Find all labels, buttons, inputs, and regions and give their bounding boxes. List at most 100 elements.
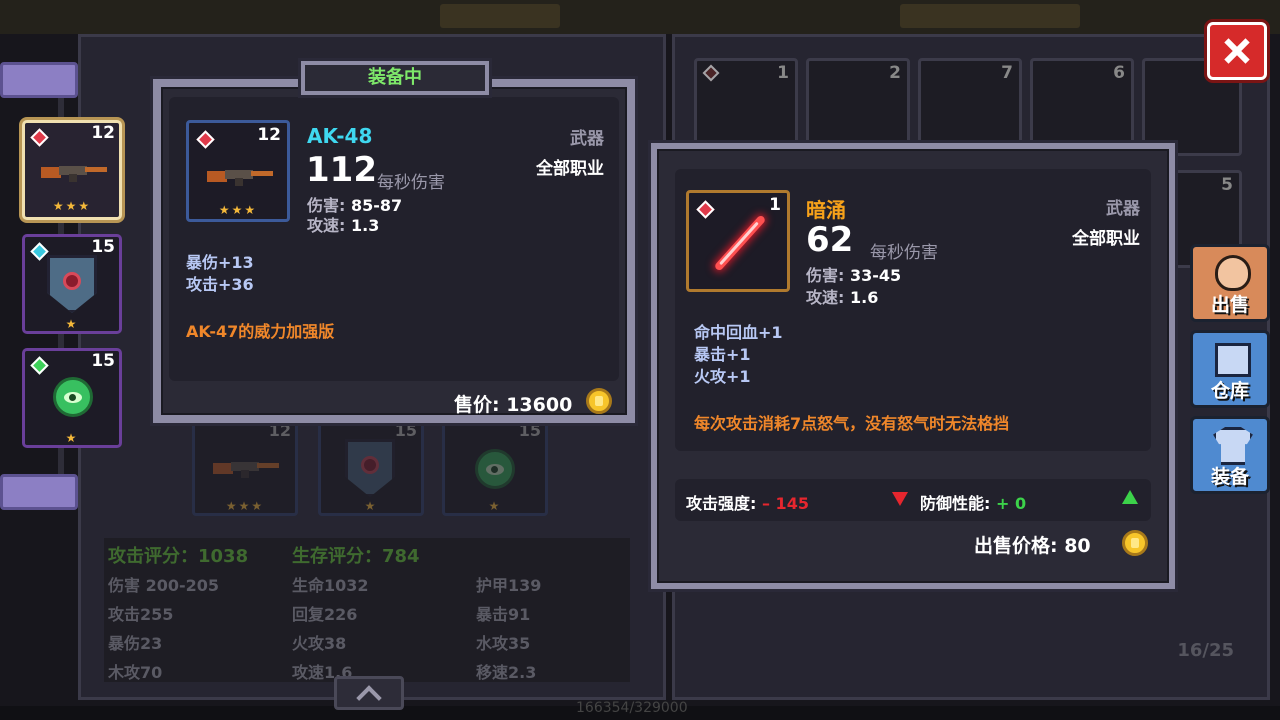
compare-item-sell-price: 出售价格: 80 [974, 535, 1091, 557]
category-tab-top[interactable] [0, 62, 78, 98]
stat: 暴伤23 [108, 634, 163, 653]
warehouse-label: 仓库 [1210, 380, 1249, 402]
attr-line: 攻击+36 [186, 275, 254, 294]
slot-level: 15 [91, 237, 115, 257]
stat: 暴击91 [476, 605, 531, 624]
arrow-up-icon [1122, 490, 1138, 504]
equipped-tag: 装备中 [298, 58, 492, 98]
equipped-item-name: AK-48 [307, 124, 373, 148]
exp-text: 166354/329000 [576, 700, 688, 716]
attr-line: 火攻+1 [694, 367, 751, 386]
slot-count: 7 [1001, 63, 1013, 83]
compare-item-icon-box: 1 [686, 190, 790, 292]
slot-count: 1 [777, 63, 789, 83]
arrow-down-icon [892, 492, 908, 506]
coin-icon [1122, 530, 1148, 556]
stars: ★★★ [218, 203, 258, 217]
gem-icon [30, 242, 49, 261]
attr-line: 命中回血+1 [694, 323, 783, 342]
stat: 攻击255 [108, 605, 174, 624]
stat: 回复226 [292, 605, 358, 624]
slot-count: 6 [1113, 63, 1125, 83]
attr-line: 暴伤+13 [186, 253, 254, 272]
gem-icon [702, 64, 720, 82]
character-slot-armor[interactable]: ★ 15 [318, 418, 424, 516]
warehouse-icon [1215, 343, 1251, 377]
stat: 移速2.3 [476, 663, 537, 682]
stars: ★ [488, 499, 502, 513]
item-type: 武器 [1106, 199, 1140, 219]
character-slot-weapon[interactable]: ★★★ 12 [192, 418, 298, 516]
sell-button[interactable]: 出售 [1190, 244, 1270, 322]
chevron-up-icon [356, 685, 382, 711]
slot-count: 5 [1221, 175, 1233, 195]
gem-icon [30, 128, 49, 147]
character-slot-accessory[interactable]: ★ 15 [442, 418, 548, 516]
equipped-item-price: 售价: 13600 [454, 394, 573, 416]
defense-compare: 防御性能: + 0 [920, 494, 1027, 513]
stars: ★ [65, 431, 79, 445]
eye-icon [475, 449, 515, 489]
item-level: 12 [257, 125, 281, 145]
gem-icon [196, 130, 215, 149]
slot-count: 2 [889, 63, 901, 83]
inventory-count: 16/25 [1177, 640, 1234, 661]
close-button[interactable] [1207, 22, 1267, 80]
expand-up-button[interactable] [334, 676, 404, 711]
compare-item-name: 暗涌 [806, 198, 846, 222]
damage-line: 伤害: 33-45 [806, 266, 902, 285]
equip-slot-armor[interactable]: 15 ★ [22, 234, 122, 334]
attack-compare: 攻击强度: – 145 [686, 494, 809, 513]
gem-icon [696, 200, 715, 219]
stars: ★ [364, 499, 378, 513]
money-bag-icon [1215, 255, 1251, 291]
stat: 木攻70 [108, 663, 163, 682]
equip-slot-weapon[interactable]: 12 ★★★ [22, 120, 122, 220]
attr-line: 暴击+1 [694, 345, 751, 364]
eye-icon [53, 377, 93, 417]
shield-icon [47, 255, 97, 313]
attack-score: 攻击评分：1038 [108, 546, 249, 567]
dps-label: 每秒伤害 [870, 243, 938, 263]
item-level: 1 [769, 195, 781, 215]
top-bar [0, 0, 1280, 34]
survive-score: 生存评分：784 [292, 546, 420, 567]
equipped-tag-label: 装备中 [305, 65, 485, 91]
stat: 水攻35 [476, 634, 531, 653]
speed-line: 攻速: 1.6 [806, 288, 879, 307]
shield-icon [345, 439, 395, 497]
dps-label: 每秒伤害 [377, 173, 445, 193]
stars: ★ [65, 317, 79, 331]
lightsaber-icon [713, 214, 767, 272]
stat: 伤害 200-205 [108, 576, 220, 595]
stars: ★★★ [225, 499, 265, 513]
slot-level: 15 [91, 351, 115, 371]
equip-button[interactable]: 装备 [1190, 416, 1270, 494]
equipped-item-icon-box: 12 ★★★ [186, 120, 290, 222]
gun-icon [41, 163, 107, 182]
category-tab-bottom[interactable] [0, 474, 78, 510]
equipped-item-attrs: 暴伤+13 攻击+36 [186, 252, 254, 296]
armor-icon [1213, 427, 1253, 465]
item-class: 全部职业 [536, 159, 604, 179]
compare-item-attrs: 命中回血+1 暴击+1 火攻+1 [694, 322, 783, 388]
stat: 生命1032 [292, 576, 369, 595]
equip-slot-accessory[interactable]: 15 ★ [22, 348, 122, 448]
compare-item-description: 每次攻击消耗7点怒气，没有怒气时无法格挡 [694, 414, 1010, 433]
equipped-item-description: AK-47的威力加强版 [186, 322, 335, 341]
gem-icon [30, 356, 49, 375]
stat: 火攻38 [292, 634, 347, 653]
gun-icon [207, 167, 273, 186]
compare-item-dps: 62 [806, 220, 854, 260]
equipped-item-dps: 112 [306, 150, 377, 190]
warehouse-button[interactable]: 仓库 [1190, 330, 1270, 408]
stats-box: 攻击评分：1038 生存评分：784 伤害 200-205 生命1032 护甲1… [104, 538, 630, 682]
item-class: 全部职业 [1072, 229, 1140, 249]
equip-label: 装备 [1210, 466, 1249, 488]
coin-icon [586, 388, 612, 414]
slot-level: 12 [91, 123, 115, 143]
sell-label: 出售 [1210, 294, 1249, 316]
stars: ★★★ [52, 199, 92, 213]
speed-line: 攻速: 1.3 [307, 216, 380, 235]
gun-icon [213, 459, 279, 478]
